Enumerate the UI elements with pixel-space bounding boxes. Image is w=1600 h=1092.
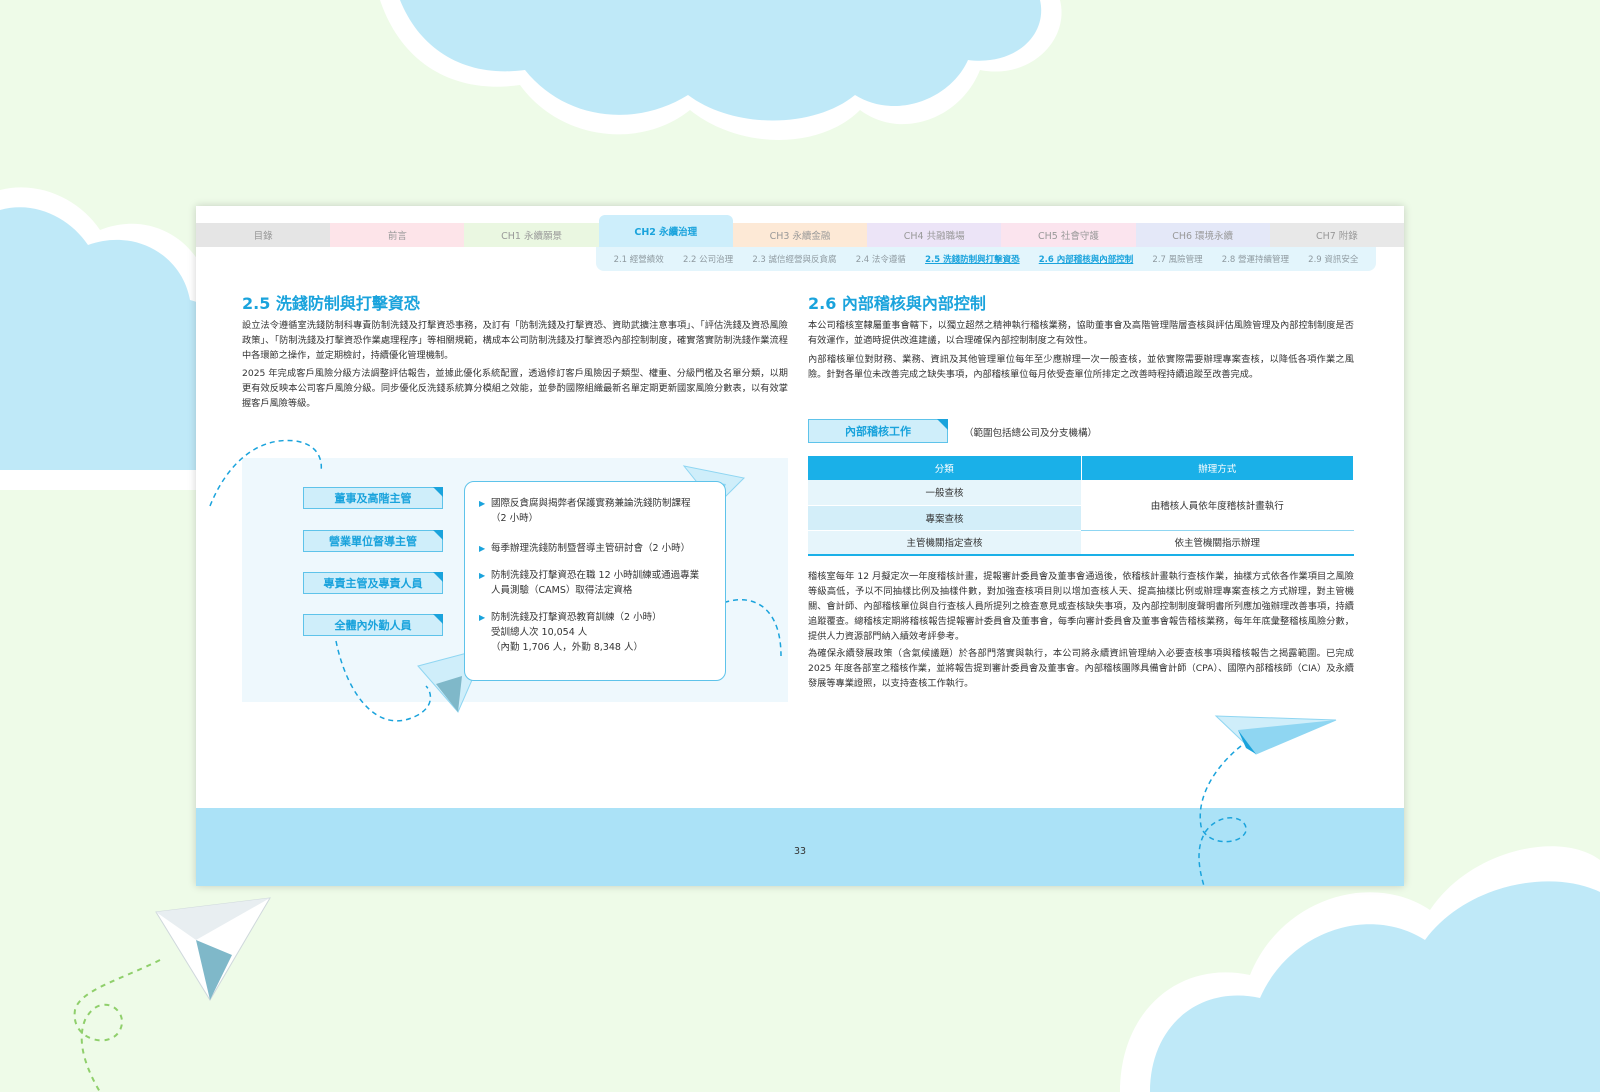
section-heading-aml: 2.5 洗錢防制與打擊資恐 [242,294,420,313]
section-subnav: 2.1 經營績效 2.2 公司治理 2.3 誠信經營與反貪腐 2.4 法令遵循 … [596,247,1376,271]
dashed-trail [73,959,161,1092]
section-heading-audit: 2.6 內部稽核與內部控制 [808,294,986,313]
audit-paragraph-4: 為確保永續發展政策（含氣候議題）於各部門落實與執行，本公司將永續資訊管理納入必要… [808,648,1354,689]
internal-audit-tag: 內部稽核工作 [808,419,948,443]
subnav-item-2-6[interactable]: 2.6 內部稽核與內部控制 [1039,253,1134,265]
table-row: 一般查核 由稽核人員依年度稽核計畫執行 [808,480,1354,531]
course-item: ▶ 防制洗錢及打擊資恐教育訓練（2 小時） 受訓總人次 10,054 人 （內勤… [479,612,662,653]
course-item: ▶ 每季辦理洗錢防制暨督導主管研討會（2 小時） [479,543,691,554]
subnav-item-2-8[interactable]: 2.8 營運持續管理 [1222,253,1289,265]
tab-ch6[interactable]: CH6 環境永續 [1135,223,1270,247]
subnav-item-2-2[interactable]: 2.2 公司治理 [683,253,733,265]
table-header-method: 辦理方式 [1081,456,1354,480]
subnav-item-2-3[interactable]: 2.3 誠信經營與反貪腐 [752,253,836,265]
role-dedicated-staff: 專責主管及專責人員 [303,572,443,594]
tab-ch4[interactable]: CH4 共融職場 [867,223,1002,247]
tab-contents[interactable]: 目錄 [196,223,331,247]
course-item: ▶ 國際反貪腐與揭弊者保護實務兼論洗錢防制課程 （2 小時） [479,498,691,524]
aml-paragraph-2: 2025 年完成客戶風險分級方法調整評估報告，並據此優化系統配置，透過修訂客戶風… [242,368,788,409]
subnav-item-2-9[interactable]: 2.9 資訊安全 [1308,253,1358,265]
audit-paragraph-1: 本公司稽核室隸屬董事會轄下，以獨立超然之精神執行稽核業務，協助董事會及高階管理階… [808,320,1354,346]
bullet-icon: ▶ [479,544,486,553]
report-page: 目錄 前言 CH1 永續願景 CH2 永續治理 CH3 永續金融 CH4 共融職… [196,206,1404,886]
table-row: 主管機關指定查核 依主管機關指示辦理 [808,530,1354,556]
paper-plane-icon [1214,715,1337,755]
audit-table: 分類 辦理方式 一般查核 由稽核人員依年度稽核計畫執行 專案查核 主管機關指定查… [808,456,1354,556]
bullet-icon: ▶ [479,571,486,580]
role-business-supervisors: 營業單位督導主管 [303,530,443,552]
tab-ch2[interactable]: CH2 永續治理 [598,215,733,247]
tab-ch3[interactable]: CH3 永續金融 [732,223,868,247]
subnav-item-2-5[interactable]: 2.5 洗錢防制與打擊資恐 [925,253,1020,265]
audit-scope-note: （範圍包括總公司及分支機構） [964,428,1098,439]
bullet-icon: ▶ [479,613,486,622]
role-all-staff: 全體內外勤人員 [303,614,443,636]
tab-preface[interactable]: 前言 [330,223,465,247]
course-list-box: ▶ 國際反貪腐與揭弊者保護實務兼論洗錢防制課程 （2 小時） ▶ 每季辦理洗錢防… [464,481,726,681]
table-cell-category: 主管機關指定查核 [808,530,1081,556]
audit-paragraph-3: 稽核室每年 12 月擬定次一年度稽核計畫，提報審計委員會及董事會通過後，依稽核計… [808,571,1354,642]
tab-ch1[interactable]: CH1 永續願景 [464,223,599,247]
table-cell-category: 一般查核 [808,480,1081,506]
table-cell-category: 專案查核 [808,505,1081,531]
table-cell-method: 由稽核人員依年度稽核計畫執行 [1081,480,1354,531]
paper-plane-icon [155,897,271,1001]
role-board-executives: 董事及高階主管 [303,487,443,509]
page-number: 33 [793,846,807,857]
cloud-top [380,0,1062,140]
aml-paragraph-1: 設立法令遵循室洗錢防制科專責防制洗錢及打擊資恐事務，及訂有「防制洗錢及打擊資恐、… [242,320,788,361]
tab-ch7[interactable]: CH7 附錄 [1269,223,1404,247]
footer-decoration [1198,715,1337,886]
subnav-item-2-7[interactable]: 2.7 風險管理 [1152,253,1202,265]
subnav-item-2-4[interactable]: 2.4 法令遵循 [856,253,906,265]
table-header-row: 分類 辦理方式 [808,456,1354,480]
bullet-icon: ▶ [479,499,486,508]
course-item: ▶ 防制洗錢及打擊資恐在職 12 小時訓練或通過專業 人員測驗（CAMS）取得法… [479,570,700,596]
tab-ch5[interactable]: CH5 社會守護 [1001,223,1136,247]
audit-paragraph-2: 內部稽核單位對財務、業務、資訊及其他管理單位每年至少應辦理一次一般查核，並依實際… [808,354,1354,380]
table-cell-method: 依主管機關指示辦理 [1081,530,1354,556]
subnav-item-2-1[interactable]: 2.1 經營績效 [614,253,664,265]
chapter-tabs: 目錄 前言 CH1 永續願景 CH2 永續治理 CH3 永續金融 CH4 共融職… [196,215,1404,247]
table-header-category: 分類 [808,456,1082,480]
